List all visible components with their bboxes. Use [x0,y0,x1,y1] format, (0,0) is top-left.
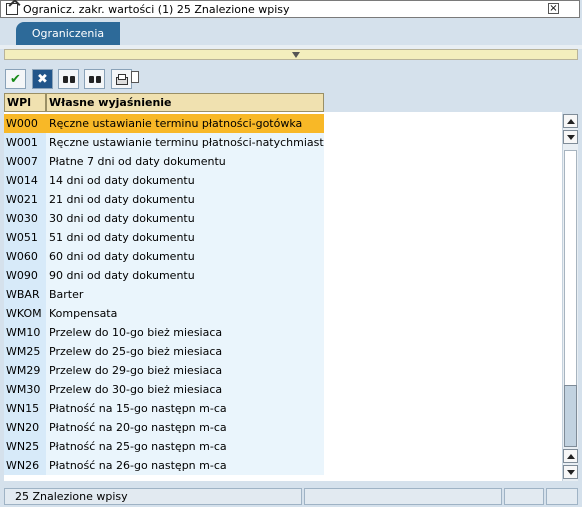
row-description[interactable]: 51 dni od daty dokumentu [46,228,324,247]
table-row[interactable]: WN20 Płatność na 20-go następn m-ca [4,418,324,437]
row-key[interactable]: WN26 [4,456,46,475]
status-field-3 [504,488,544,505]
table-body: W000 Ręczne ustawianie terminu płatności-… [4,114,324,475]
tab-strip: Ograniczenia [0,18,582,46]
row-key[interactable]: WM10 [4,323,46,342]
table-row[interactable]: WN25 Płatność na 25-go następn m-ca [4,437,324,456]
row-description[interactable]: Przelew do 29-go bież miesiaca [46,361,324,380]
row-key[interactable]: W014 [4,171,46,190]
table-row[interactable]: WM10 Przelew do 10-go bież miesiaca [4,323,324,342]
column-header-wpl[interactable]: WPl [4,93,46,112]
table-row[interactable]: WBAR Barter [4,285,324,304]
row-key[interactable]: W000 [4,114,46,133]
row-key[interactable]: W001 [4,133,46,152]
table-row[interactable]: W060 60 dni od daty dokumentu [4,247,324,266]
arrow-up-icon [567,454,575,459]
row-description[interactable]: 90 dni od daty dokumentu [46,266,324,285]
table-row[interactable]: W000 Ręczne ustawianie terminu płatności-… [4,114,324,133]
status-field-4 [546,488,578,505]
row-description[interactable]: Płatne 7 dni od daty dokumentu [46,152,324,171]
row-description[interactable]: 60 dni od daty dokumentu [46,247,324,266]
arrow-down-icon [567,470,575,475]
vertical-scrollbar[interactable] [562,114,578,481]
row-key[interactable]: WBAR [4,285,46,304]
row-description[interactable]: 21 dni od daty dokumentu [46,190,324,209]
row-description[interactable]: Przelew do 25-go bież miesiaca [46,342,324,361]
row-description[interactable]: Ręczne ustawianie terminu płatności-gotó… [46,114,324,133]
row-key[interactable]: WN20 [4,418,46,437]
collapse-arrow-icon[interactable] [292,52,300,58]
table-row[interactable]: WM25 Przelew do 25-go bież miesiaca [4,342,324,361]
binoculars-icon [62,74,75,84]
table-row[interactable]: W051 51 dni od daty dokumentu [4,228,324,247]
row-description[interactable]: Kompensata [46,304,324,323]
row-key[interactable]: W090 [4,266,46,285]
page-icon[interactable] [131,71,139,83]
printer-icon [115,74,128,85]
row-description[interactable]: Płatność na 25-go następn m-ca [46,437,324,456]
table-row[interactable]: W007 Płatne 7 dni od daty dokumentu [4,152,324,171]
table-row[interactable]: WM30 Przelew do 30-go bież miesiaca [4,380,324,399]
arrow-up-icon [567,119,575,124]
binoculars-plus-icon [88,74,101,84]
row-description[interactable]: 30 dni od daty dokumentu [46,209,324,228]
table-row[interactable]: W014 14 dni od daty dokumentu [4,171,324,190]
row-key[interactable]: WKOM [4,304,46,323]
table-row[interactable]: W090 90 dni od daty dokumentu [4,266,324,285]
table-row[interactable]: W030 30 dni od daty dokumentu [4,209,324,228]
scroll-down-button[interactable] [563,465,578,479]
row-description[interactable]: Płatność na 26-go następn m-ca [46,456,324,475]
table-row[interactable]: WKOM Kompensata [4,304,324,323]
table-row[interactable]: W021 21 dni od daty dokumentu [4,190,324,209]
scroll-down-small-button[interactable] [563,130,578,144]
find-next-button[interactable] [84,69,105,89]
row-key[interactable]: WM25 [4,342,46,361]
row-key[interactable]: W030 [4,209,46,228]
scroll-thumb[interactable] [564,385,577,447]
column-header-description[interactable]: Własne wyjaśnienie [46,93,324,112]
status-field-2 [304,488,502,505]
table-header: WPl Własne wyjaśnienie [4,93,562,112]
table-row[interactable]: WN26 Płatność na 26-go następn m-ca [4,456,324,475]
row-description[interactable]: Ręczne ustawianie terminu płatności-naty… [46,133,324,152]
toolbar: ✔ ✖ [0,66,582,92]
confirm-button[interactable]: ✔ [5,69,26,89]
row-key[interactable]: W051 [4,228,46,247]
scroll-up-small-button[interactable] [563,449,578,463]
window-title: Ogranicz. zakr. wartości (1) 25 Znalezio… [23,2,290,16]
row-description[interactable]: Przelew do 30-go bież miesiaca [46,380,324,399]
row-description[interactable]: Barter [46,285,324,304]
print-button[interactable] [111,69,132,89]
row-description[interactable]: Płatność na 15-go następn m-ca [46,399,324,418]
find-button[interactable] [58,69,79,89]
row-description[interactable]: 14 dni od daty dokumentu [46,171,324,190]
row-key[interactable]: W007 [4,152,46,171]
table-row[interactable]: W001 Ręczne ustawianie terminu płatności-… [4,133,324,152]
row-description[interactable]: Płatność na 20-go następn m-ca [46,418,324,437]
row-key[interactable]: WN25 [4,437,46,456]
row-key[interactable]: WM29 [4,361,46,380]
row-description[interactable]: Przelew do 10-go bież miesiaca [46,323,324,342]
status-text: 25 Znalezione wpisy [4,488,302,505]
arrow-down-icon [567,135,575,140]
cancel-button[interactable]: ✖ [32,69,53,89]
window-icon [6,3,18,15]
table-row[interactable]: WM29 Przelew do 29-go bież miesiaca [4,361,324,380]
results-table: WPl Własne wyjaśnienie W000 Ręczne ustawi… [4,93,562,481]
table-row[interactable]: WN15 Płatność na 15-go następn m-ca [4,399,324,418]
row-key[interactable]: WN15 [4,399,46,418]
close-icon[interactable]: × [548,3,559,14]
row-key[interactable]: W021 [4,190,46,209]
status-bar: 25 Znalezione wpisy [0,486,582,507]
row-key[interactable]: W060 [4,247,46,266]
title-bar: Ogranicz. zakr. wartości (1) 25 Znalezio… [0,0,580,18]
row-key[interactable]: WM30 [4,380,46,399]
scroll-up-button[interactable] [563,114,578,128]
tab-ograniczenia[interactable]: Ograniczenia [16,22,120,45]
collapse-bar[interactable] [4,49,578,60]
